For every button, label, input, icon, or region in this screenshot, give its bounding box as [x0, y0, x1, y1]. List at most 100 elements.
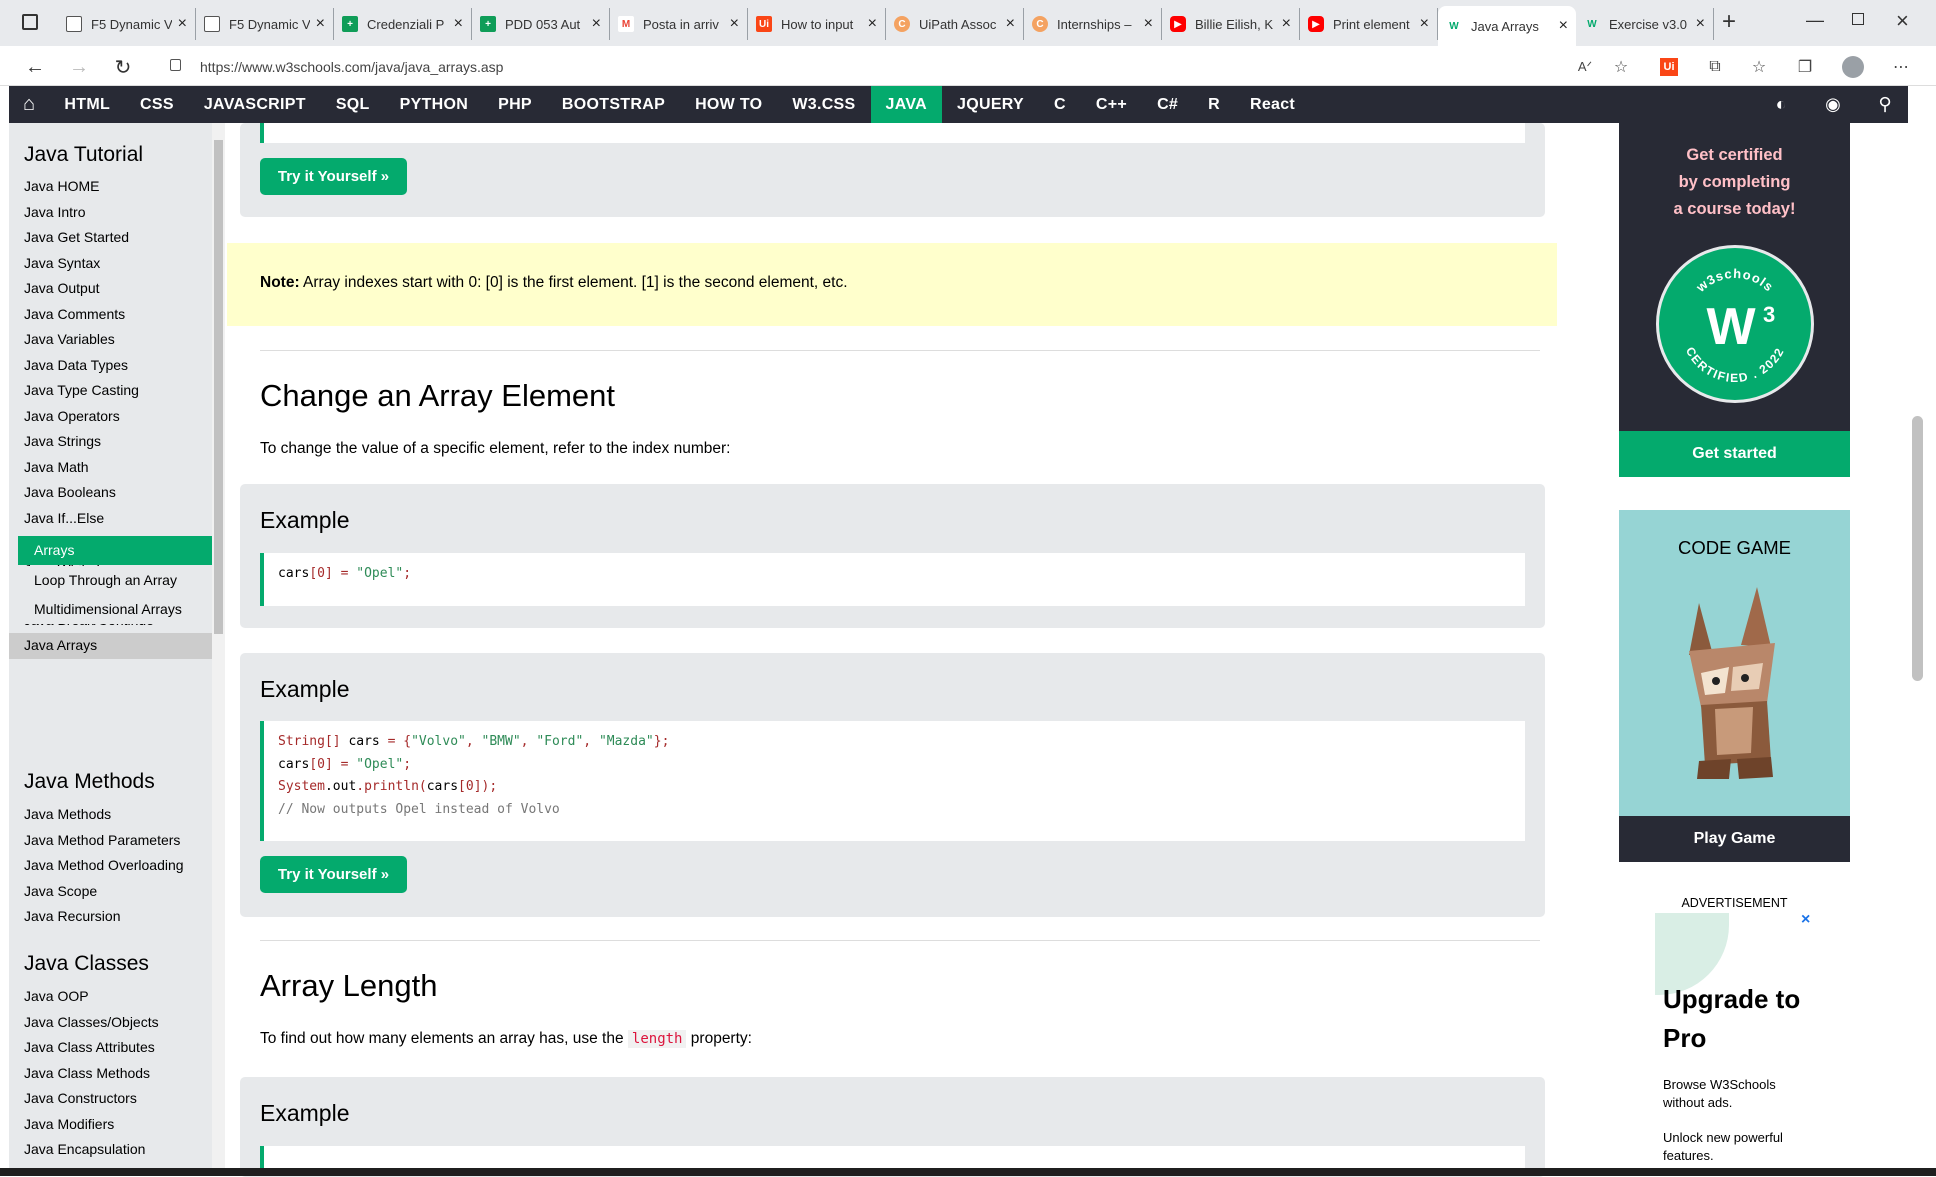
close-tab-icon[interactable]: ×: [178, 15, 187, 33]
close-tab-icon[interactable]: ×: [1006, 15, 1015, 33]
sidebar-item[interactable]: Java Classes/Objects: [24, 1014, 159, 1030]
ad-close-icon[interactable]: ×: [1801, 911, 1810, 929]
sidebar-item[interactable]: Java Class Attributes: [24, 1039, 155, 1055]
browser-tab[interactable]: C UiPath Assoc ×: [886, 8, 1024, 40]
browser-tab[interactable]: W Exercise v3.0 ×: [1576, 8, 1714, 40]
home-icon[interactable]: ⌂: [9, 86, 49, 123]
sidebar-item[interactable]: Java Arrays: [24, 637, 97, 653]
topnav-c-[interactable]: C++: [1081, 86, 1142, 123]
browser-tab[interactable]: + PDD 053 Aut ×: [472, 8, 610, 40]
browser-tab[interactable]: F5 Dynamic V ×: [58, 8, 196, 40]
browser-tab[interactable]: C Internships – ×: [1024, 8, 1162, 40]
sidebar-subitem-current[interactable]: Arrays: [18, 536, 212, 565]
sidebar-item[interactable]: Java Data Types: [24, 357, 128, 373]
extensions-icon[interactable]: ⧉: [1704, 56, 1726, 78]
topnav-javascript[interactable]: JAVASCRIPT: [189, 86, 321, 123]
close-tab-icon[interactable]: ×: [1696, 15, 1705, 33]
try-it-yourself-button[interactable]: Try it Yourself »: [260, 856, 407, 893]
topnav-w3-css[interactable]: W3.CSS: [777, 86, 870, 123]
sidebar-item[interactable]: Java If...Else: [24, 510, 104, 526]
topnav-react[interactable]: React: [1235, 86, 1310, 123]
sidebar-item[interactable]: Java Methods: [24, 806, 111, 822]
sidebar-item[interactable]: Java Math: [24, 459, 89, 475]
theme-toggle-icon[interactable]: ◐: [1761, 86, 1801, 123]
sidebar-item[interactable]: Java Type Casting: [24, 382, 139, 398]
close-tab-icon[interactable]: ×: [1559, 17, 1568, 35]
play-game-button[interactable]: Play Game: [1619, 816, 1850, 862]
browser-tab[interactable]: Ui How to input ×: [748, 8, 886, 40]
sidebar-item[interactable]: Java Syntax: [24, 255, 100, 271]
browser-tab[interactable]: M Posta in arriv ×: [610, 8, 748, 40]
sidebar-item[interactable]: Java OOP: [24, 988, 89, 1004]
refresh-button[interactable]: ↻: [110, 54, 136, 80]
topnav-how-to[interactable]: HOW TO: [680, 86, 777, 123]
get-started-button[interactable]: Get started: [1619, 431, 1850, 477]
browser-tab[interactable]: ▶ Print element ×: [1300, 8, 1438, 40]
globe-icon[interactable]: ◉: [1813, 86, 1853, 123]
sidebar-item[interactable]: Java Modifiers: [24, 1116, 114, 1132]
sidebar-item[interactable]: Java Output: [24, 280, 100, 296]
topnav-php[interactable]: PHP: [483, 86, 547, 123]
favorite-add-icon[interactable]: ☆: [1610, 56, 1632, 78]
browser-tab[interactable]: W Java Arrays ×: [1438, 6, 1576, 46]
more-menu-icon[interactable]: ⋯: [1890, 56, 1912, 78]
paragraph-array-length: To find out how many elements an array h…: [260, 1030, 752, 1048]
sidebar-item[interactable]: Java Recursion: [24, 908, 121, 924]
sidebar-item[interactable]: Java Method Overloading: [24, 857, 184, 873]
sidebar-item[interactable]: Java Intro: [24, 204, 85, 220]
browser-tab[interactable]: F5 Dynamic V ×: [196, 8, 334, 40]
close-tab-icon[interactable]: ×: [454, 15, 463, 33]
topnav-java[interactable]: JAVA: [870, 86, 943, 123]
close-tab-icon[interactable]: ×: [868, 15, 877, 33]
sidebar-item[interactable]: Java Comments: [24, 306, 125, 322]
sidebar-item[interactable]: Java Encapsulation: [24, 1141, 145, 1157]
read-aloud-icon[interactable]: Aᐟ: [1574, 56, 1596, 78]
new-tab-button[interactable]: +: [1722, 8, 1736, 36]
close-tab-icon[interactable]: ×: [1144, 15, 1153, 33]
sidebar-item[interactable]: Java Constructors: [24, 1090, 137, 1106]
close-window-button[interactable]: ×: [1896, 8, 1909, 34]
sidebar-item[interactable]: Java Scope: [24, 883, 97, 899]
try-it-yourself-button[interactable]: Try it Yourself »: [260, 158, 407, 195]
search-icon[interactable]: ⚲: [1865, 86, 1905, 123]
topnav-c-[interactable]: C#: [1142, 86, 1193, 123]
sidebar-item[interactable]: Java Variables: [24, 331, 115, 347]
topnav-c[interactable]: C: [1039, 86, 1081, 123]
minimize-button[interactable]: —: [1806, 10, 1824, 31]
sidebar-subitem[interactable]: Multidimensional Arrays: [18, 595, 212, 624]
sidebar-item[interactable]: Java Method Parameters: [24, 832, 180, 848]
close-tab-icon[interactable]: ×: [316, 15, 325, 33]
sheets-icon: +: [480, 16, 496, 32]
topnav-bootstrap[interactable]: BOOTSTRAP: [547, 86, 680, 123]
page-scrollbar-thumb[interactable]: [1912, 416, 1923, 681]
close-tab-icon[interactable]: ×: [1420, 15, 1429, 33]
topnav-sql[interactable]: SQL: [321, 86, 385, 123]
sidebar-item[interactable]: Java Class Methods: [24, 1065, 150, 1081]
profile-avatar[interactable]: [1842, 56, 1864, 78]
uipath-extension-icon[interactable]: Ui: [1660, 58, 1678, 76]
topnav-jquery[interactable]: JQUERY: [942, 86, 1039, 123]
close-tab-icon[interactable]: ×: [730, 15, 739, 33]
browser-tab[interactable]: ▶ Billie Eilish, K ×: [1162, 8, 1300, 40]
browser-tab[interactable]: + Credenziali P ×: [334, 8, 472, 40]
back-button[interactable]: ←: [22, 54, 48, 80]
sidebar-item[interactable]: Java Operators: [24, 408, 120, 424]
close-tab-icon[interactable]: ×: [1282, 15, 1291, 33]
close-tab-icon[interactable]: ×: [592, 15, 601, 33]
forward-button[interactable]: →: [66, 54, 92, 80]
sidebar-item[interactable]: Java Booleans: [24, 484, 116, 500]
sidebar-item[interactable]: Java HOME: [24, 178, 99, 194]
tab-actions-icon[interactable]: [22, 14, 38, 30]
restore-button[interactable]: [1852, 13, 1864, 25]
url-field[interactable]: https://www.w3schools.com/java/java_arra…: [200, 55, 1623, 79]
topnav-html[interactable]: HTML: [49, 86, 125, 123]
sidebar-item[interactable]: Java Get Started: [24, 229, 129, 245]
sidebar-scrollbar-thumb[interactable]: [214, 140, 223, 634]
topnav-r[interactable]: R: [1193, 86, 1235, 123]
topnav-python[interactable]: PYTHON: [385, 86, 483, 123]
topnav-css[interactable]: CSS: [125, 86, 189, 123]
favorites-icon[interactable]: ☆: [1748, 56, 1770, 78]
sidebar-subitem[interactable]: Loop Through an Array: [18, 565, 212, 595]
collections-icon[interactable]: ❐: [1794, 56, 1816, 78]
sidebar-item[interactable]: Java Strings: [24, 433, 101, 449]
